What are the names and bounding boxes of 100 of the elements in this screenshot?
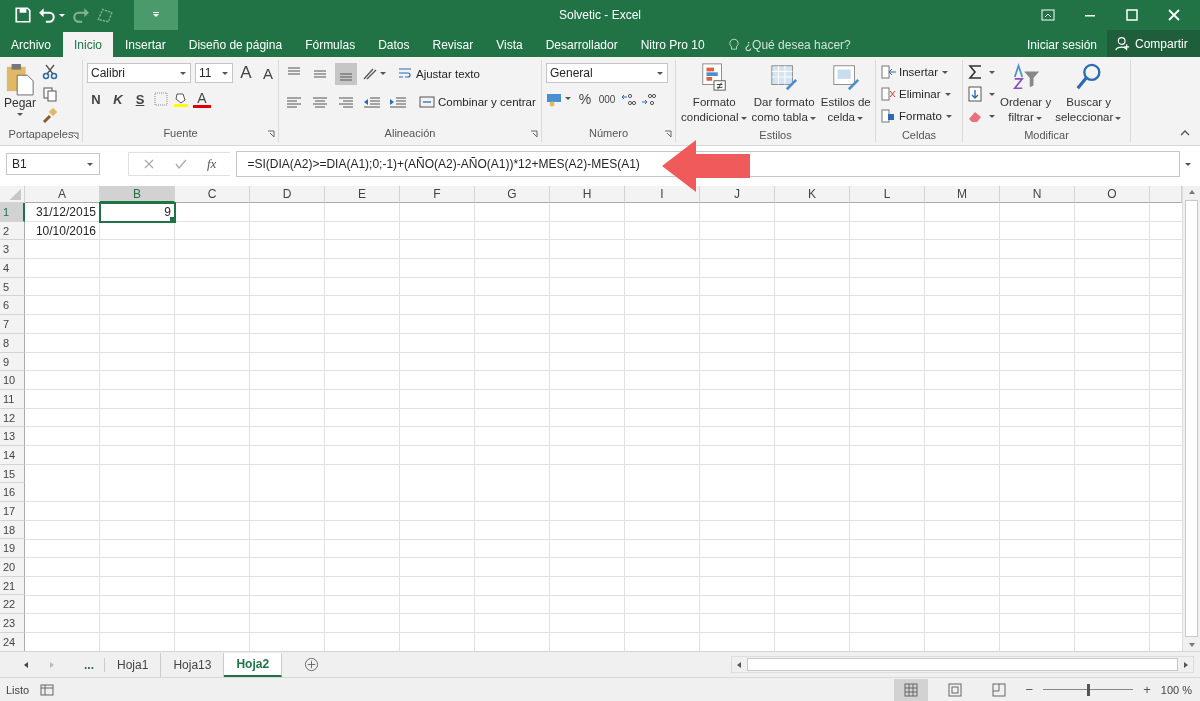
slider-thumb[interactable] [1087,683,1091,696]
checkmark-icon[interactable] [175,158,187,170]
fill-down-icon[interactable] [967,86,997,102]
column-header[interactable] [1150,186,1182,203]
merge-center-button[interactable]: Combinar y centrar [419,94,536,110]
ribbon-display-icon[interactable] [1040,7,1056,23]
brush-icon[interactable] [42,108,59,124]
normal-view-icon[interactable] [893,678,928,701]
column-header[interactable]: N [1000,186,1075,203]
scissors-icon[interactable] [42,64,59,80]
bold-button[interactable]: N [87,89,105,109]
italic-button[interactable]: K [109,89,127,109]
ribbon-tab[interactable]: Nitro Pro 10 [629,32,716,57]
undo-icon[interactable] [38,6,56,24]
font-size-field[interactable]: 11 [195,63,233,83]
share-button[interactable]: Compartir [1107,30,1200,57]
row-header[interactable]: 1 [0,203,25,222]
caret-icon[interactable] [58,11,66,19]
row-header[interactable]: 10 [0,371,25,390]
insert-cells-button[interactable]: Insertar [880,63,949,81]
orientation-icon[interactable] [361,66,387,82]
fill-handle[interactable] [170,216,175,222]
scroll-down-icon[interactable] [1187,641,1196,649]
number-format-field[interactable]: General [546,63,668,83]
row-header[interactable]: 3 [0,240,25,260]
insert-function-button[interactable]: fx [207,156,217,172]
maximize-icon[interactable] [1124,7,1140,23]
macro-record-icon[interactable] [39,681,56,698]
decrease-decimal-icon[interactable] [640,91,656,107]
autosum-icon[interactable] [967,64,997,80]
conditional-format-button[interactable]: Formato condicional [680,62,749,125]
name-box[interactable]: B1 [6,153,100,175]
close-icon[interactable] [1166,7,1182,23]
fill-color-icon[interactable] [173,91,189,107]
cancel-icon[interactable] [143,158,155,170]
scroll-left-icon[interactable] [735,660,743,669]
vertical-scrollbar[interactable] [1182,186,1200,651]
sort-filter-button[interactable]: Ordenar y filtrar [999,62,1053,125]
more-sheets-button[interactable]: ... [74,657,105,672]
redo-icon[interactable] [72,6,90,24]
delete-cells-button[interactable]: Eliminar [880,85,952,103]
font-name-field[interactable]: Calibri [87,63,191,83]
column-header[interactable]: M [925,186,1000,203]
row-header[interactable]: 6 [0,296,25,316]
collapse-ribbon-icon[interactable] [1180,129,1190,137]
ribbon-tab[interactable]: Insertar [114,32,177,57]
ribbon-tab[interactable]: Desarrollador [534,32,629,57]
currency-icon[interactable] [546,91,572,107]
font-color-button[interactable]: A [193,90,211,108]
grow-font-button[interactable]: A [237,63,255,83]
column-header[interactable]: J [700,186,775,203]
column-header[interactable]: K [775,186,850,203]
zoom-in-button[interactable]: + [1143,682,1151,697]
dialog-launcher-icon[interactable] [530,130,538,138]
ribbon-tab[interactable]: Datos [367,32,421,57]
column-header[interactable]: H [550,186,625,203]
row-header[interactable]: 16 [0,483,25,502]
shape-icon[interactable] [96,6,114,24]
column-header[interactable]: D [250,186,325,203]
row-header[interactable]: 7 [0,315,25,334]
sheet-tab[interactable]: Hoja1 [105,652,162,677]
save-icon[interactable] [14,6,32,24]
ribbon-tab[interactable]: Vista [485,32,534,57]
find-select-button[interactable]: Buscar y seleccionar [1054,62,1124,125]
underline-button[interactable]: S [131,89,149,109]
row-header[interactable]: 19 [0,539,25,559]
ribbon-tab[interactable]: Diseño de página [177,32,294,57]
row-header[interactable]: 22 [0,595,25,615]
ribbon-tab[interactable]: Fórmulas [294,32,367,57]
column-header[interactable]: L [850,186,925,203]
increase-decimal-icon[interactable] [620,91,636,107]
ribbon-tab[interactable]: Archivo [0,32,62,57]
paste-button[interactable]: Pegar [4,62,37,118]
row-header[interactable]: 4 [0,259,25,278]
cell-styles-button[interactable]: Estilos de celda [819,62,872,125]
zoom-level[interactable]: 100 % [1160,683,1200,696]
row-header[interactable]: 17 [0,502,25,521]
ribbon-tab[interactable]: Inicio [63,32,114,57]
row-header[interactable]: 23 [0,614,25,633]
column-header[interactable]: E [325,186,400,203]
dialog-launcher-icon[interactable] [71,132,79,140]
column-header[interactable]: G [475,186,550,203]
column-header[interactable]: O [1075,186,1150,203]
column-header[interactable]: I [625,186,700,203]
format-cells-button[interactable]: Formato [880,107,953,125]
wrap-text-button[interactable]: Ajustar texto [397,66,480,82]
tell-me-field[interactable]: ¿Qué desea hacer? [742,36,867,53]
row-header[interactable]: 13 [0,427,25,446]
scroll-right-icon[interactable] [1182,660,1190,669]
add-sheet-icon[interactable] [304,657,320,672]
expand-icon[interactable] [1184,160,1192,168]
column-header[interactable]: F [400,186,475,203]
sheet-tab[interactable]: Hoja2 [224,652,283,677]
scrollbar-thumb[interactable] [747,658,1178,671]
ribbon-tab[interactable]: Revisar [421,32,485,57]
row-header[interactable]: 20 [0,558,25,577]
scroll-up-icon[interactable] [1187,188,1196,196]
horizontal-scrollbar[interactable] [731,656,1194,673]
dialog-launcher-icon[interactable] [664,130,672,138]
column-header[interactable]: C [175,186,250,203]
